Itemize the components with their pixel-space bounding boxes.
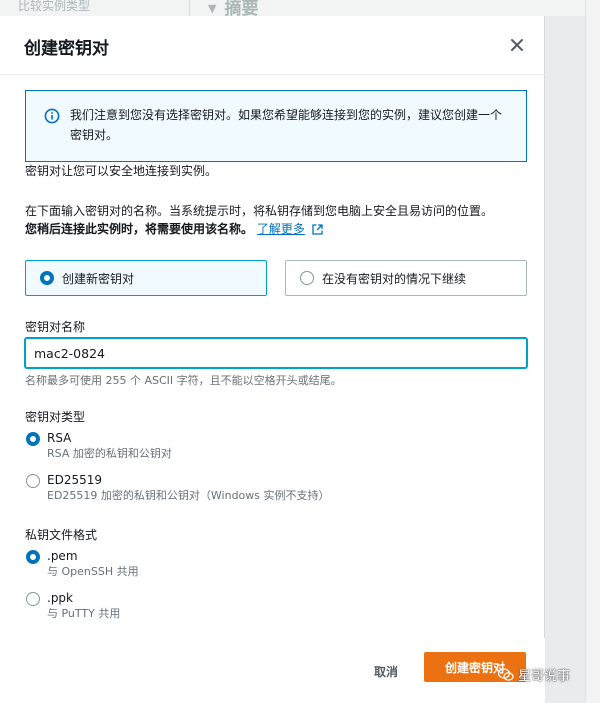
intro-text: 密钥对让您可以安全地连接到实例。 bbox=[25, 164, 218, 178]
key-pair-name-input[interactable] bbox=[25, 338, 527, 368]
tile-create-new-label: 创建新密钥对 bbox=[62, 271, 135, 286]
modal-footer: 取消 创建密钥对 bbox=[0, 638, 545, 703]
info-icon bbox=[44, 108, 60, 124]
key-type-option-rsa[interactable]: RSA RSA 加密的私钥和公钥对 bbox=[26, 430, 172, 462]
rsa-title: RSA bbox=[47, 431, 72, 445]
key-type-option-ed25519[interactable]: ED25519 ED25519 加密的私钥和公钥对（Windows 实例不支持） bbox=[26, 472, 330, 504]
background-page-header: 比较实例类型 ▼ 摘要 bbox=[0, 0, 600, 16]
ppk-description: 与 PuTTY 共用 bbox=[47, 607, 121, 620]
ppk-title: .ppk bbox=[47, 591, 73, 605]
key-pair-name-hint: 名称最多可使用 255 个 ASCII 字符，且不能以空格开头或结尾。 bbox=[25, 374, 342, 387]
info-alert-text: 我们注意到您没有选择密钥对。如果您希望能够连接到您的实例，建议您创建一个密钥对。 bbox=[70, 108, 503, 142]
pem-description: 与 OpenSSH 共用 bbox=[47, 565, 139, 578]
learn-more-link[interactable]: 了解更多 bbox=[257, 222, 305, 236]
radio-ed25519[interactable] bbox=[26, 474, 40, 488]
format-option-pem[interactable]: .pem 与 OpenSSH 共用 bbox=[26, 548, 139, 580]
close-icon bbox=[511, 39, 523, 51]
tile-create-new-key-pair[interactable]: 创建新密钥对 bbox=[25, 260, 267, 296]
radio-rsa[interactable] bbox=[26, 432, 40, 446]
background-summary-title: ▼ 摘要 bbox=[208, 0, 259, 16]
wechat-icon bbox=[498, 667, 514, 681]
key-pair-type-label: 密钥对类型 bbox=[25, 410, 86, 424]
modal-title: 创建密钥对 bbox=[24, 39, 109, 59]
instruction-text: 在下面输入密钥对的名称。当系统提示时，将私钥存储到您电脑上安全且易访问的位置。 bbox=[25, 204, 494, 218]
key-pair-name-label: 密钥对名称 bbox=[25, 320, 86, 334]
watermark-text: 星哥说事 bbox=[518, 669, 571, 684]
format-option-ppk[interactable]: .ppk 与 PuTTY 共用 bbox=[26, 590, 120, 622]
info-alert: 我们注意到您没有选择密钥对。如果您希望能够连接到您的实例，建议您创建一个密钥对。 bbox=[25, 90, 527, 162]
radio-ppk[interactable] bbox=[26, 592, 40, 606]
radio-pem[interactable] bbox=[26, 550, 40, 564]
tile-proceed-without-key-pair[interactable]: 在没有密钥对的情况下继续 bbox=[285, 260, 527, 296]
pem-title: .pem bbox=[47, 549, 78, 563]
radio-proceed-without[interactable] bbox=[300, 271, 314, 285]
instruction-note: 您稍后连接此实例时，将需要使用该名称。 了解更多 bbox=[25, 220, 323, 238]
rsa-description: RSA 加密的私钥和公钥对 bbox=[47, 447, 172, 460]
background-page-edge bbox=[585, 0, 600, 703]
private-key-format-label: 私钥文件格式 bbox=[25, 528, 98, 542]
ed25519-description: ED25519 加密的私钥和公钥对（Windows 实例不支持） bbox=[47, 489, 330, 502]
external-link-icon bbox=[312, 224, 323, 235]
instruction-note-bold: 您稍后连接此实例时，将需要使用该名称。 bbox=[25, 222, 254, 236]
close-button[interactable] bbox=[506, 34, 528, 56]
caret-down-icon: ▼ bbox=[208, 2, 217, 15]
modal-header: 创建密钥对 bbox=[0, 16, 545, 75]
cancel-button[interactable]: 取消 bbox=[361, 656, 411, 686]
radio-create-new[interactable] bbox=[40, 271, 54, 285]
background-compare-instance-types: 比较实例类型 bbox=[0, 0, 190, 16]
watermark: 星哥说事 bbox=[498, 665, 570, 684]
tile-proceed-without-label: 在没有密钥对的情况下继续 bbox=[322, 271, 467, 286]
create-key-pair-modal: 创建密钥对 我们注意到您没有选择密钥对。如果您希望能够连接到您的实例，建议您创建… bbox=[0, 16, 545, 703]
ed25519-title: ED25519 bbox=[47, 473, 102, 487]
